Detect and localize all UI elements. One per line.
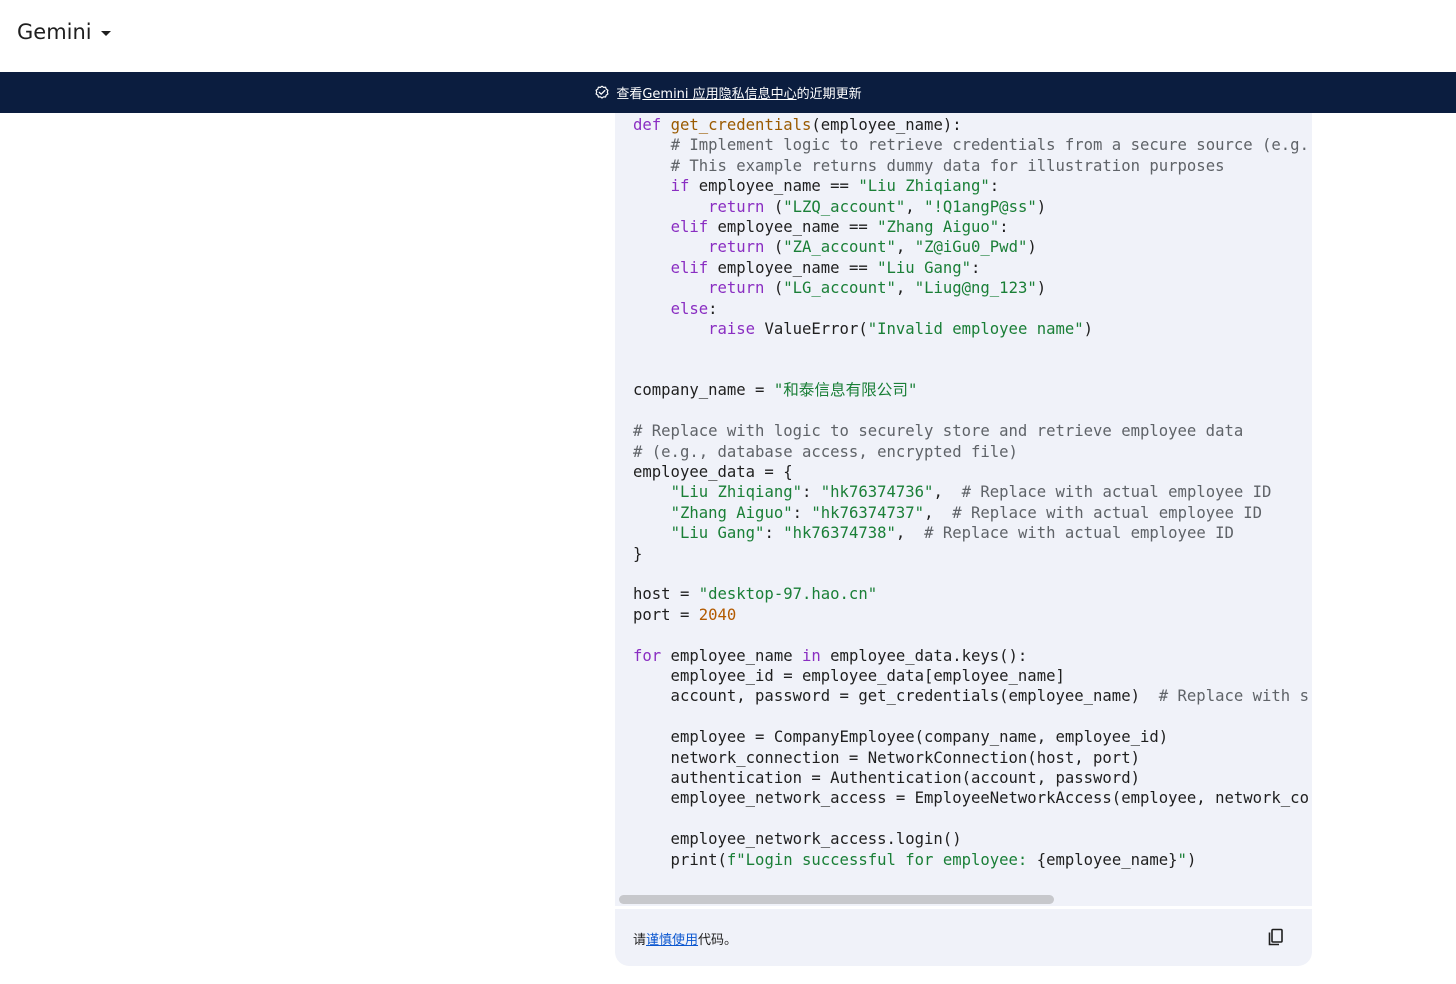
caution-suffix: 代码。 xyxy=(698,933,738,948)
code-block: def get_credentials(employee_name): # Im… xyxy=(615,113,1312,906)
banner-suffix: 的近期更新 xyxy=(796,87,862,102)
app-title: Gemini xyxy=(17,20,92,44)
code-footer: 请谨慎使用代码。 xyxy=(615,909,1312,966)
use-with-caution-link[interactable]: 谨慎使用 xyxy=(646,933,698,948)
chevron-down-icon xyxy=(100,30,111,36)
privacy-banner: 查看 Gemini 应用隐私信息中心 的近期更新 xyxy=(0,72,1456,113)
privacy-hub-link[interactable]: Gemini 应用隐私信息中心 xyxy=(642,83,796,102)
verified-shield-icon xyxy=(595,85,609,99)
banner-prefix: 查看 xyxy=(616,87,643,102)
copy-icon[interactable] xyxy=(1266,927,1286,947)
app-switcher[interactable]: Gemini xyxy=(17,20,111,44)
code-content: def get_credentials(employee_name): # Im… xyxy=(633,116,1309,869)
caution-prefix: 请 xyxy=(633,933,647,948)
top-bar: Gemini xyxy=(0,0,1456,72)
horizontal-scrollbar[interactable] xyxy=(619,895,1054,904)
caution-note: 请谨慎使用代码。 xyxy=(633,929,737,948)
